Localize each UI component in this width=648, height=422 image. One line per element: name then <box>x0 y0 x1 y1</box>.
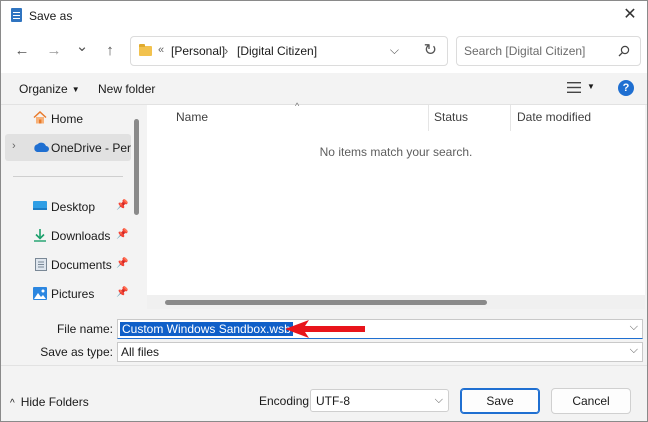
file-name-dropdown-icon[interactable]: ⌵ <box>630 321 638 334</box>
file-name-input[interactable]: Custom Windows Sandbox.wsb ⌵ <box>117 319 643 339</box>
sidebar-item-downloads[interactable]: Downloads 📌 <box>1 222 131 249</box>
annotation-arrow-icon <box>285 320 365 338</box>
breadcrumb-digital-citizen[interactable]: [Digital Citizen] <box>237 44 317 58</box>
cancel-button[interactable]: Cancel <box>551 388 631 414</box>
file-list: ^ Name Status Date modified No items mat… <box>147 101 645 309</box>
sidebar-item-label: Desktop <box>51 200 96 214</box>
encoding-value: UTF-8 <box>316 394 350 408</box>
command-bar: Organize ▼ New folder ▼ ? <box>1 73 647 105</box>
pin-icon[interactable]: 📌 <box>116 200 128 211</box>
chevron-up-icon: ^ <box>10 398 15 409</box>
hide-folders-button[interactable]: ^ Hide Folders <box>10 395 89 409</box>
organize-label: Organize <box>19 82 68 96</box>
save-as-dialog: Save as ✕ ← → ⌄ ↑ « [Personal] › [Digita… <box>0 0 648 422</box>
cloud-icon <box>34 142 49 152</box>
column-header-status[interactable]: Status <box>434 110 468 124</box>
navigation-row: ← → ⌄ ↑ « [Personal] › [Digital Citizen]… <box>1 29 647 73</box>
address-bar[interactable]: « [Personal] › [Digital Citizen] ⌵ ↻ <box>130 36 448 66</box>
sidebar-item-label: Pictures <box>51 287 95 301</box>
sidebar-item-home[interactable]: Home <box>1 105 131 132</box>
encoding-label: Encoding: <box>259 394 313 408</box>
sort-ascending-icon: ^ <box>295 101 300 111</box>
save-as-type-select[interactable]: All files ⌵ <box>117 342 643 362</box>
up-button[interactable]: ↑ <box>99 41 121 61</box>
nav-divider <box>13 176 123 177</box>
desktop-icon <box>33 201 47 210</box>
horizontal-scrollbar-thumb[interactable] <box>165 300 487 305</box>
documents-icon <box>35 258 47 271</box>
help-icon[interactable]: ? <box>618 80 634 96</box>
breadcrumb-personal[interactable]: [Personal] <box>171 44 225 58</box>
dialog-footer: ^ Hide Folders Encoding: UTF-8 ⌵ Save Can… <box>1 365 647 421</box>
organize-caret-icon: ▼ <box>71 85 80 94</box>
save-as-type-label: Save as type: <box>40 345 113 359</box>
window-title: Save as <box>29 9 73 23</box>
new-folder-button[interactable]: New folder <box>98 82 155 96</box>
address-dropdown-icon[interactable]: ⌵ <box>390 43 399 58</box>
folder-icon <box>139 44 152 56</box>
encoding-select[interactable]: UTF-8 ⌵ <box>310 389 449 412</box>
file-name-value[interactable]: Custom Windows Sandbox.wsb <box>120 322 293 336</box>
search-box[interactable]: Search [Digital Citizen] <box>456 36 641 66</box>
column-separator[interactable] <box>510 105 511 131</box>
pictures-icon <box>33 287 47 300</box>
column-header-name[interactable]: Name <box>176 110 208 124</box>
navigation-pane: Home › OneDrive - Personal Desktop 📌 <box>1 105 147 309</box>
sidebar-item-label: Documents <box>51 258 112 272</box>
breadcrumb-separator[interactable]: › <box>224 43 228 58</box>
forward-button[interactable]: → <box>43 41 65 61</box>
save-as-type-dropdown-icon[interactable]: ⌵ <box>630 344 638 357</box>
column-header-date-modified[interactable]: Date modified <box>517 110 591 124</box>
downloads-icon <box>34 229 46 242</box>
search-icon[interactable] <box>618 45 630 57</box>
sidebar-item-desktop[interactable]: Desktop 📌 <box>1 193 131 220</box>
file-name-label: File name: <box>56 322 113 336</box>
horizontal-scrollbar[interactable] <box>147 295 645 309</box>
sidebar-item-pictures[interactable]: Pictures 📌 <box>1 280 131 307</box>
view-options-icon[interactable] <box>567 82 581 93</box>
view-options-caret-icon[interactable]: ▼ <box>587 82 595 91</box>
sidebar-item-documents[interactable]: Documents 📌 <box>1 251 131 278</box>
sidebar-item-onedrive[interactable]: › OneDrive - Personal <box>5 134 131 161</box>
encoding-dropdown-icon[interactable]: ⌵ <box>435 394 443 407</box>
sidebar-item-label: Downloads <box>51 229 111 243</box>
pin-icon[interactable]: 📌 <box>116 287 128 298</box>
recent-locations-button[interactable]: ⌄ <box>71 37 93 57</box>
search-input[interactable]: Search [Digital Citizen] <box>464 44 585 58</box>
sidebar-item-label: OneDrive - Personal <box>51 141 131 155</box>
column-separator[interactable] <box>428 105 429 131</box>
close-button[interactable]: ✕ <box>619 5 641 25</box>
hide-folders-label: Hide Folders <box>20 395 89 409</box>
expand-chevron-icon[interactable]: › <box>12 140 16 152</box>
save-button[interactable]: Save <box>460 388 540 414</box>
empty-state-message: No items match your search. <box>319 145 473 159</box>
pin-icon[interactable]: 📌 <box>116 258 128 269</box>
back-button[interactable]: ← <box>11 41 33 61</box>
home-icon <box>33 111 47 124</box>
pin-icon[interactable]: 📌 <box>116 229 128 240</box>
breadcrumb-overflow[interactable]: « <box>158 44 164 56</box>
save-as-type-value: All files <box>121 345 160 359</box>
title-bar: Save as ✕ <box>1 1 647 29</box>
notepad-icon <box>11 8 22 22</box>
sidebar-item-label: Home <box>51 112 84 126</box>
refresh-icon[interactable]: ↻ <box>424 40 437 60</box>
navigation-scrollbar[interactable] <box>134 119 139 215</box>
organize-button[interactable]: Organize ▼ <box>19 82 80 96</box>
